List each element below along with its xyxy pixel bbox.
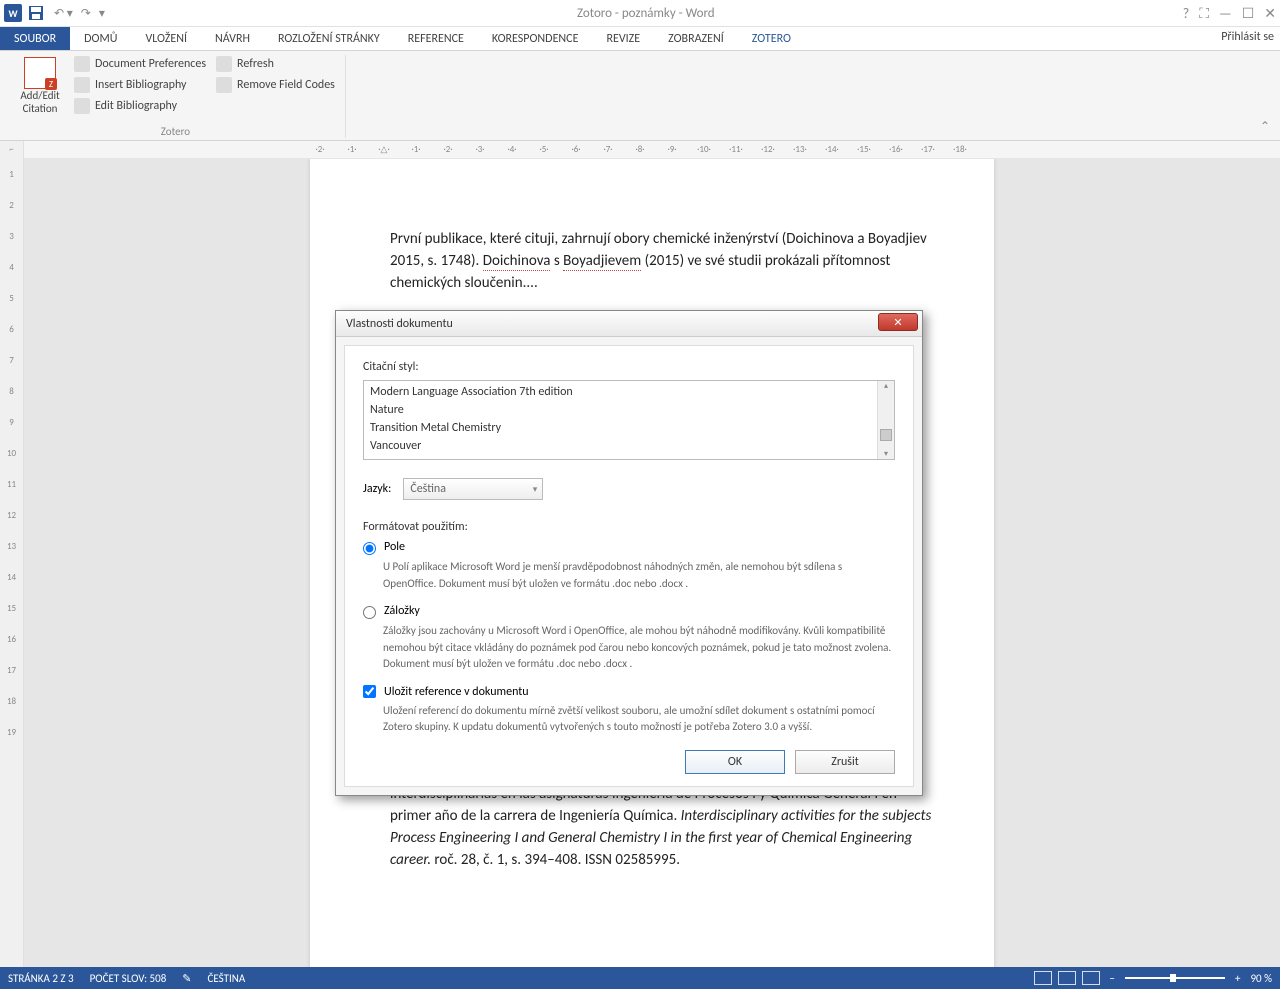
radio-bookmarks[interactable]: Záložky xyxy=(363,604,895,619)
undo-icon[interactable]: ↶ ▾ xyxy=(54,6,73,21)
status-spellcheck-icon[interactable]: ✎ xyxy=(182,972,191,985)
sign-in-link[interactable]: Přihlásit se xyxy=(1221,30,1274,44)
tab-mailings[interactable]: KORESPONDENCE xyxy=(478,27,593,50)
tab-file[interactable]: SOUBOR xyxy=(0,27,70,50)
radio-bookmarks-input[interactable] xyxy=(363,606,376,619)
zoom-out-icon[interactable]: − xyxy=(1110,972,1115,985)
tab-zotero[interactable]: ZOTERO xyxy=(738,27,805,50)
refresh-icon xyxy=(216,56,232,72)
refresh-button[interactable]: Refresh xyxy=(214,55,337,73)
close-icon[interactable]: ✕ xyxy=(1264,5,1276,22)
tab-view[interactable]: ZOBRAZENÍ xyxy=(654,27,738,50)
style-option[interactable]: Transition Metal Chemistry xyxy=(370,421,871,435)
ruler-corner: ⌐ xyxy=(0,141,24,159)
status-language[interactable]: ČEŠTINA xyxy=(207,972,245,985)
view-mode-icons[interactable] xyxy=(1034,971,1100,985)
remove-icon xyxy=(216,77,232,93)
document-preferences-dialog: Vlastnosti dokumentu ✕ Citační styl: Mod… xyxy=(335,310,923,796)
status-bar: STRÁNKA 2 Z 3 POČET SLOV: 508 ✎ ČEŠTINA … xyxy=(0,967,1280,989)
listbox-scrollbar[interactable] xyxy=(877,381,894,459)
radio-bookmarks-desc: Záložky jsou zachovány u Microsoft Word … xyxy=(383,623,895,673)
zoom-in-icon[interactable]: + xyxy=(1235,972,1240,985)
document-preferences-button[interactable]: Document Preferences xyxy=(72,55,208,73)
language-label: Jazyk: xyxy=(363,482,391,496)
help-icon[interactable]: ? xyxy=(1183,5,1190,22)
save-icon[interactable] xyxy=(28,5,44,21)
titlebar: W ↶ ▾ ↷ ▾ Zotoro - poznámky - Word ? ⛶ —… xyxy=(0,0,1280,27)
tab-references[interactable]: REFERENCE xyxy=(394,27,478,50)
tab-design[interactable]: NÁVRH xyxy=(201,27,264,50)
ribbon-group-label: Zotero xyxy=(14,123,337,138)
status-page[interactable]: STRÁNKA 2 Z 3 xyxy=(8,972,74,985)
dialog-title-text: Vlastnosti dokumentu xyxy=(346,317,453,331)
radio-fields[interactable]: Pole xyxy=(363,540,895,555)
citation-style-label: Citační styl: xyxy=(363,360,895,374)
tab-review[interactable]: REVIZE xyxy=(592,27,654,50)
style-option[interactable]: Nature xyxy=(370,403,871,417)
radio-fields-desc: U Polí aplikace Microsoft Word je menší … xyxy=(383,559,895,592)
cancel-button[interactable]: Zrušit xyxy=(795,750,895,774)
tab-layout[interactable]: ROZLOŽENÍ STRÁNKY xyxy=(264,27,394,50)
qat-dropdown[interactable]: ▾ xyxy=(99,6,105,21)
edit-icon xyxy=(74,98,90,114)
vertical-ruler[interactable]: 12345678910111213141516171819 xyxy=(0,159,24,967)
language-select[interactable]: Čeština xyxy=(403,478,543,500)
ok-button[interactable]: OK xyxy=(685,750,785,774)
paragraph-2: interdisciplinarias en las asignaturas I… xyxy=(390,784,934,871)
style-option[interactable]: Modern Language Association 7th edition xyxy=(370,385,871,399)
store-references-checkbox[interactable]: Uložit reference v dokumentu xyxy=(363,685,895,699)
minimize-icon[interactable]: — xyxy=(1219,5,1232,22)
redo-icon[interactable]: ↷ xyxy=(81,6,91,21)
citation-icon xyxy=(24,57,56,89)
window-title: Zotoro - poznámky - Word xyxy=(109,6,1183,21)
zoom-slider[interactable] xyxy=(1125,977,1225,979)
paragraph-1: První publikace, které cituji, zahrnují … xyxy=(390,229,934,294)
ribbon-options-icon[interactable]: ⛶ xyxy=(1199,5,1209,22)
maximize-icon[interactable]: ☐ xyxy=(1242,5,1255,22)
radio-fields-input[interactable] xyxy=(363,542,376,555)
preferences-icon xyxy=(74,56,90,72)
store-references-input[interactable] xyxy=(363,685,376,698)
status-word-count[interactable]: POČET SLOV: 508 xyxy=(90,972,167,985)
horizontal-ruler[interactable]: ⌐ ·2··1··△··1··2··3··4··5··6··7··8··9··1… xyxy=(0,141,1280,159)
citation-style-list[interactable]: Modern Language Association 7th edition … xyxy=(363,380,895,460)
dialog-titlebar[interactable]: Vlastnosti dokumentu ✕ xyxy=(336,311,922,337)
collapse-ribbon-icon[interactable]: ⌃ xyxy=(1256,115,1274,138)
word-icon: W xyxy=(4,4,22,22)
edit-bibliography-button[interactable]: Edit Bibliography xyxy=(72,97,208,115)
tab-home[interactable]: DOMŮ xyxy=(70,27,131,50)
ribbon-tabs: SOUBOR DOMŮ VLOŽENÍ NÁVRH ROZLOŽENÍ STRÁ… xyxy=(0,27,1280,51)
zoom-level[interactable]: 90 % xyxy=(1250,972,1272,985)
style-option[interactable]: Vancouver xyxy=(370,439,871,453)
ribbon-group-zotero: Add/Edit Citation Document Preferences I… xyxy=(6,55,346,138)
bibliography-icon xyxy=(74,77,90,93)
store-references-desc: Uložení referencí do dokumentu mírně zvě… xyxy=(383,703,895,736)
insert-bibliography-button[interactable]: Insert Bibliography xyxy=(72,76,208,94)
dialog-close-button[interactable]: ✕ xyxy=(878,313,918,331)
remove-field-codes-button[interactable]: Remove Field Codes xyxy=(214,76,337,94)
format-using-label: Formátovat použitím: xyxy=(363,520,895,534)
add-edit-citation-button[interactable]: Add/Edit Citation xyxy=(14,55,66,115)
ribbon: Add/Edit Citation Document Preferences I… xyxy=(0,51,1280,141)
tab-insert[interactable]: VLOŽENÍ xyxy=(131,27,201,50)
